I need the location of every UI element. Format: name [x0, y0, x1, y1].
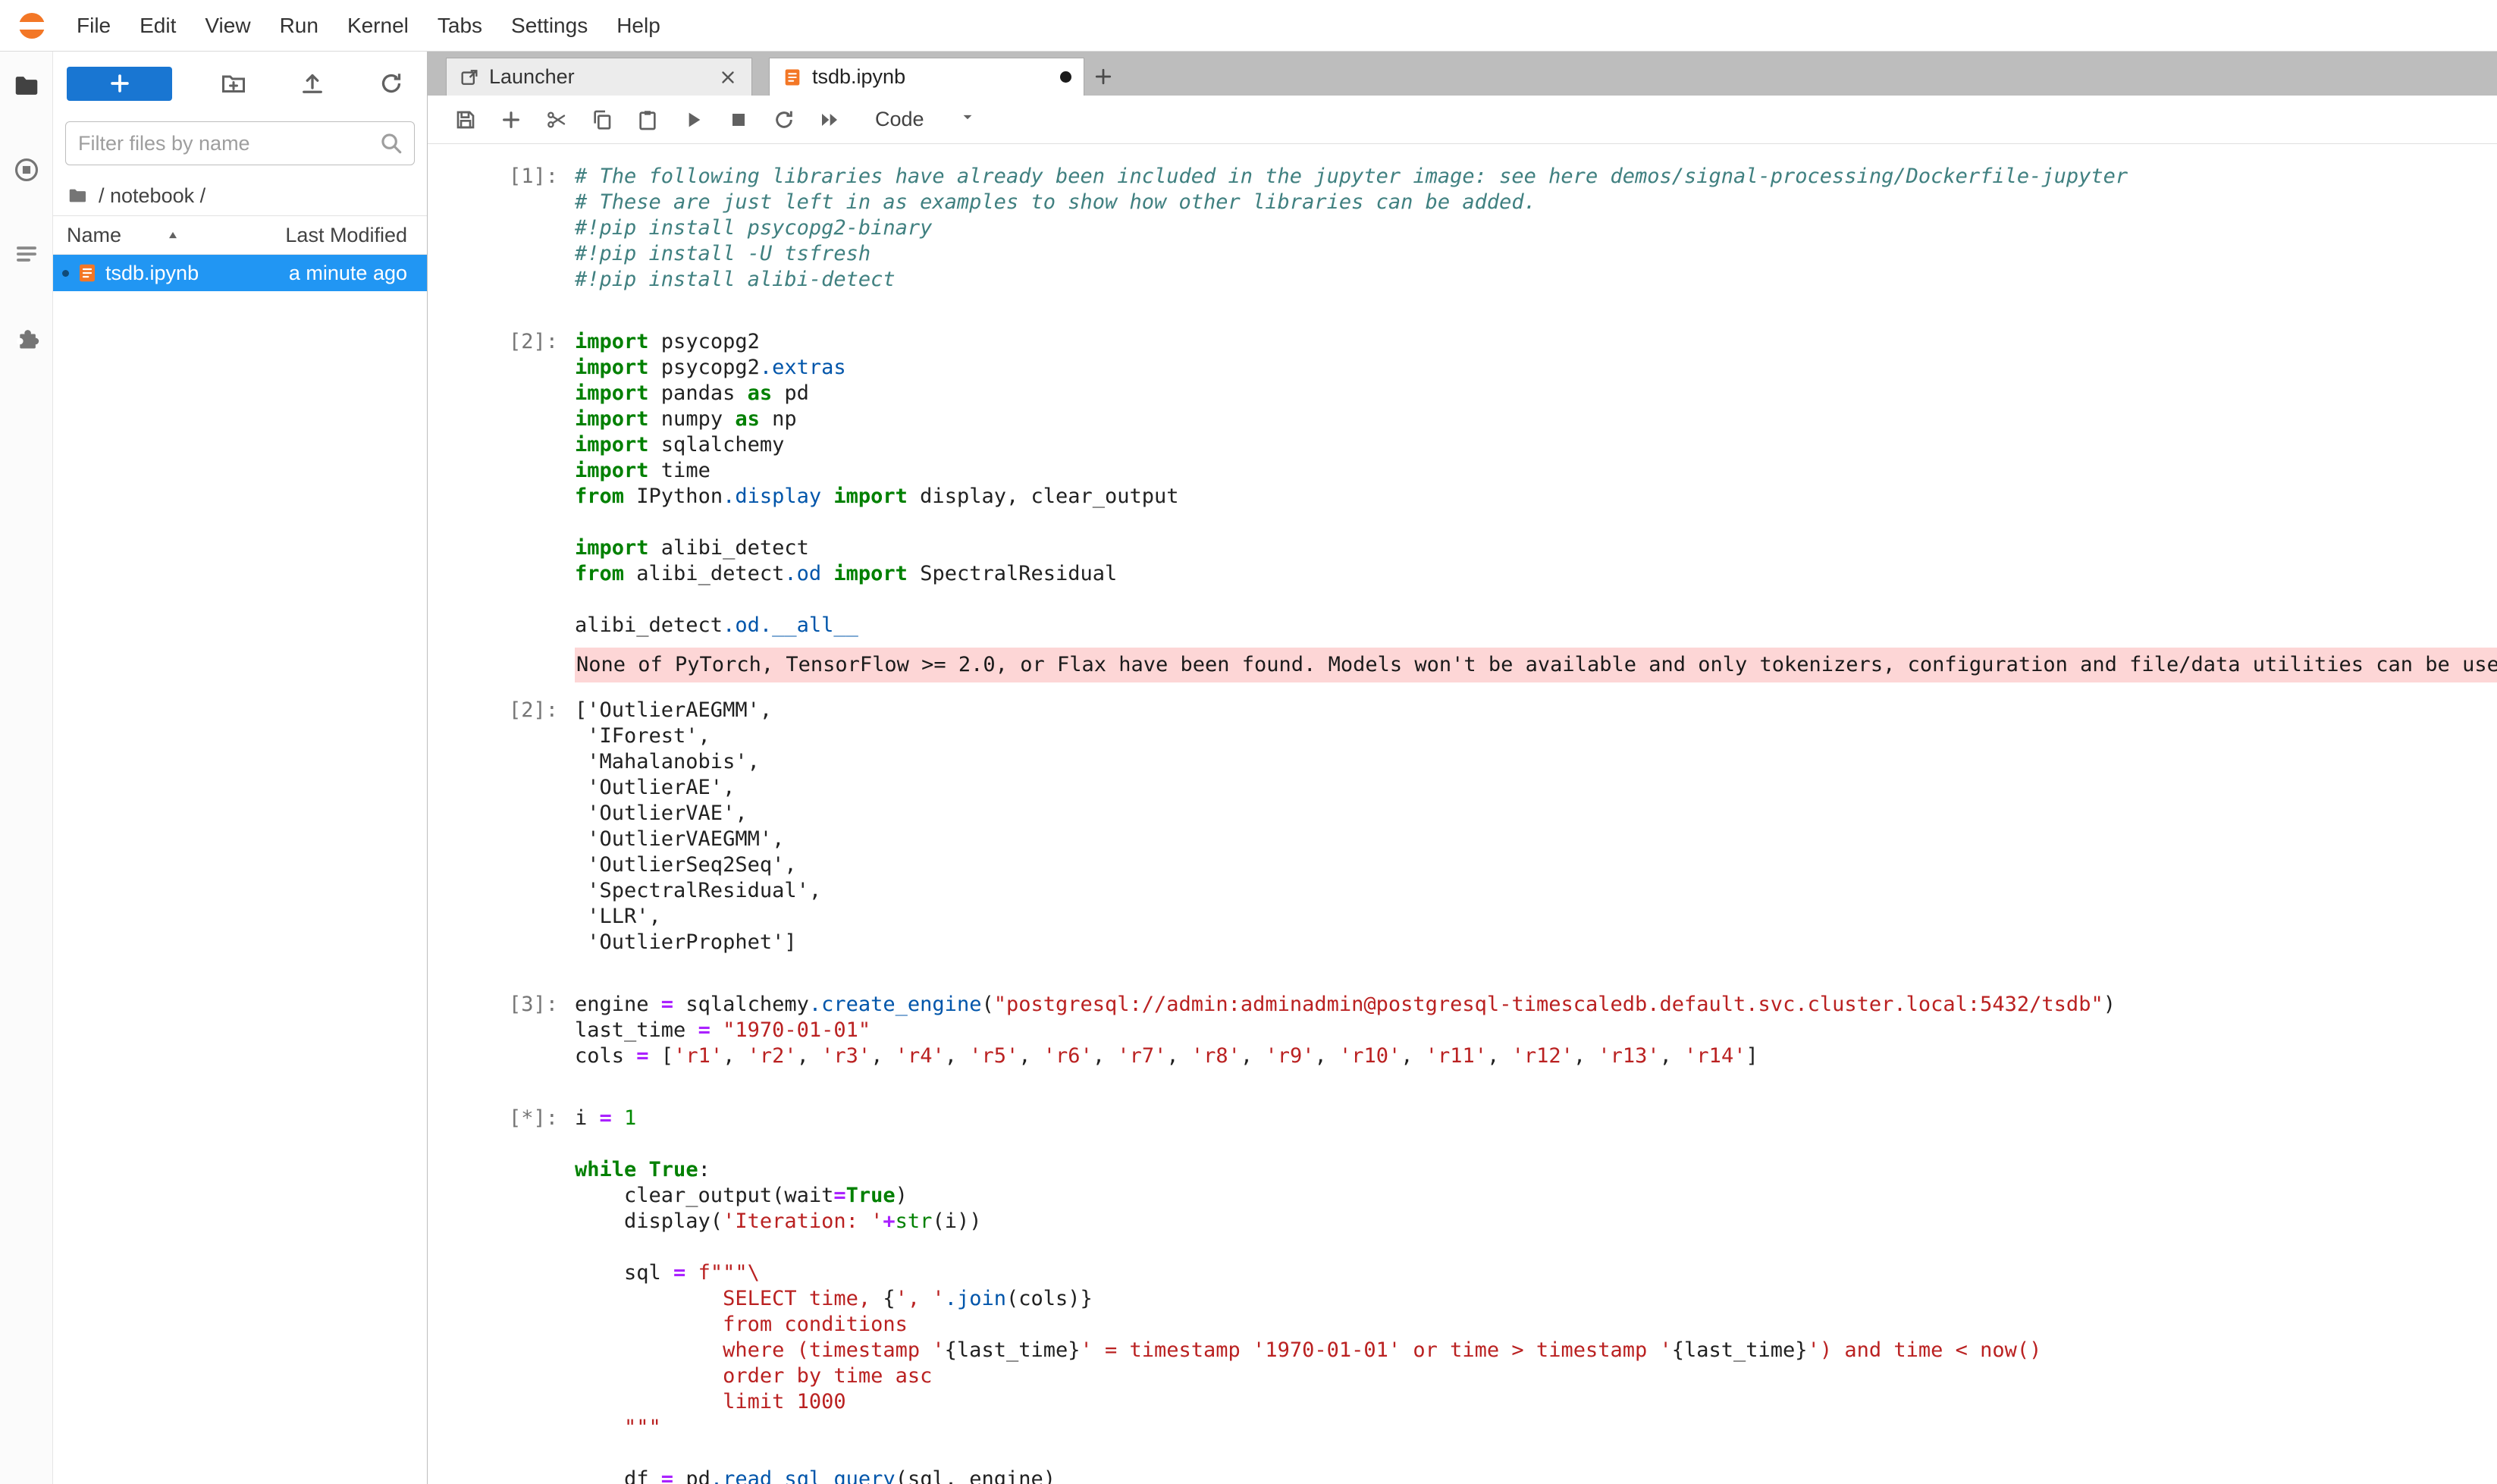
run-all-icon[interactable]: [813, 103, 846, 136]
tab-bar: Launcher tsdb.ipynb: [428, 52, 2497, 96]
breadcrumb-path: / notebook /: [99, 184, 205, 208]
column-name[interactable]: Name: [67, 224, 121, 247]
menu-bar: File Edit View Run Kernel Tabs Settings …: [0, 0, 2497, 52]
tab-launcher[interactable]: Launcher: [446, 58, 752, 96]
notebook-icon: [782, 67, 803, 88]
file-browser-panel: / notebook / Name Last Modified tsdb.ipy…: [53, 52, 428, 1484]
stop-icon[interactable]: [722, 103, 755, 136]
menu-help[interactable]: Help: [602, 0, 675, 51]
caret-down-icon: [958, 107, 977, 132]
column-last-modified[interactable]: Last Modified: [285, 224, 407, 247]
files-icon[interactable]: [11, 71, 42, 101]
cell-prompt: [2]:: [428, 698, 575, 955]
code-cell[interactable]: [1]:# The following libraries have alrea…: [428, 164, 2497, 293]
tab-label: Launcher: [489, 65, 575, 89]
cell-output: [2]:['OutlierAEGMM', 'IForest', 'Mahalan…: [428, 698, 2497, 955]
add-tab-icon[interactable]: [1084, 58, 1122, 96]
left-sidebar-strip: [0, 52, 53, 1484]
code-cell[interactable]: [3]:engine = sqlalchemy.create_engine("p…: [428, 992, 2497, 1069]
folder-icon: [67, 184, 89, 207]
file-modified: a minute ago: [289, 262, 407, 285]
cell-output-stderr: None of PyTorch, TensorFlow >= 2.0, or F…: [428, 648, 2497, 682]
run-icon[interactable]: [676, 103, 710, 136]
dirty-dot: [1060, 71, 1071, 83]
jupyter-logo: [14, 8, 50, 44]
code-editor[interactable]: # The following libraries have already b…: [575, 164, 2497, 293]
menu-view[interactable]: View: [190, 0, 265, 51]
restart-icon[interactable]: [767, 103, 801, 136]
menu-run[interactable]: Run: [265, 0, 333, 51]
cell-type-value: Code: [875, 108, 924, 131]
sort-asc-icon[interactable]: [165, 227, 180, 243]
search-icon: [377, 129, 406, 162]
notebook-cells: [1]:# The following libraries have alrea…: [428, 144, 2497, 1484]
output-text: ['OutlierAEGMM', 'IForest', 'Mahalanobis…: [575, 698, 2497, 955]
copy-icon[interactable]: [585, 103, 619, 136]
cell-prompt: [2]:: [428, 329, 575, 638]
running-kernels-icon[interactable]: [11, 155, 42, 185]
stderr-message: None of PyTorch, TensorFlow >= 2.0, or F…: [575, 648, 2497, 682]
launcher-icon: [459, 67, 480, 88]
close-icon[interactable]: [717, 66, 739, 89]
paste-icon[interactable]: [631, 103, 664, 136]
file-row-tsdb[interactable]: tsdb.ipynb a minute ago: [53, 255, 427, 291]
code-cell[interactable]: [2]:import psycopg2import psycopg2.extra…: [428, 329, 2497, 638]
breadcrumb[interactable]: / notebook /: [53, 176, 427, 215]
file-filter-input[interactable]: [65, 121, 415, 165]
menu-kernel[interactable]: Kernel: [333, 0, 423, 51]
code-editor[interactable]: import psycopg2import psycopg2.extrasimp…: [575, 329, 2497, 638]
table-of-contents-icon[interactable]: [11, 239, 42, 269]
cell-prompt: [1]:: [428, 164, 575, 293]
menu-tabs[interactable]: Tabs: [423, 0, 497, 51]
cell-prompt: [3]:: [428, 992, 575, 1069]
cell-prompt: [428, 648, 575, 682]
menu-settings[interactable]: Settings: [497, 0, 602, 51]
file-filter: [65, 121, 415, 165]
file-browser-toolbar: [53, 52, 427, 115]
file-list-headers: Name Last Modified: [53, 215, 427, 255]
notebook-toolbar: Code: [428, 96, 2497, 144]
extensions-icon[interactable]: [11, 323, 42, 353]
menu-edit[interactable]: Edit: [125, 0, 190, 51]
file-name: tsdb.ipynb: [105, 262, 199, 285]
new-launcher-button[interactable]: [67, 67, 172, 101]
notebook-file-icon: [76, 262, 99, 284]
save-icon[interactable]: [449, 103, 482, 136]
code-editor[interactable]: i = 1 while True: clear_output(wait=True…: [575, 1106, 2497, 1484]
code-editor[interactable]: engine = sqlalchemy.create_engine("postg…: [575, 992, 2497, 1069]
tab-label: tsdb.ipynb: [812, 65, 905, 89]
menu-file[interactable]: File: [62, 0, 125, 51]
cut-icon[interactable]: [540, 103, 573, 136]
main-area: Launcher tsdb.ipynb: [428, 52, 2497, 1484]
refresh-icon[interactable]: [374, 66, 409, 101]
tab-tsdb-notebook[interactable]: tsdb.ipynb: [769, 58, 1084, 96]
new-folder-icon[interactable]: [216, 66, 251, 101]
open-file-dot: [62, 270, 69, 277]
code-cell[interactable]: [*]:i = 1 while True: clear_output(wait=…: [428, 1106, 2497, 1484]
add-cell-icon[interactable]: [494, 103, 528, 136]
cell-type-dropdown[interactable]: Code: [875, 107, 977, 132]
cell-prompt: [*]:: [428, 1106, 575, 1484]
upload-icon[interactable]: [295, 66, 330, 101]
